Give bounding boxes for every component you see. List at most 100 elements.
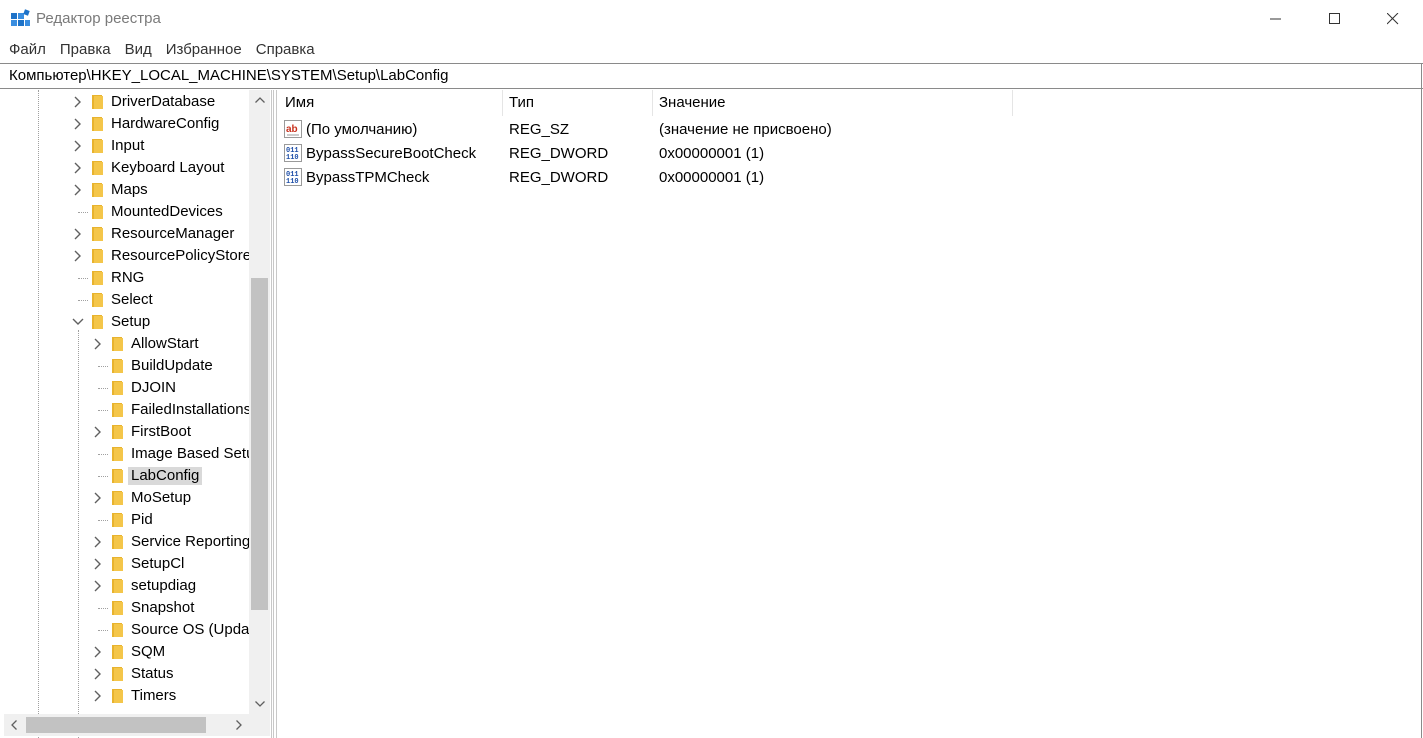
tree-connector xyxy=(78,300,88,301)
tree-item-label: MountedDevices xyxy=(111,203,223,220)
folder-icon xyxy=(112,359,123,373)
vertical-scroll-thumb[interactable] xyxy=(251,278,268,610)
tree-item-rng[interactable]: RNG xyxy=(2,267,271,289)
pane-splitter[interactable] xyxy=(273,90,277,738)
menu-edit[interactable]: Правка xyxy=(53,39,118,61)
tree-item-sqm[interactable]: SQM xyxy=(2,641,271,663)
tree-item-input[interactable]: Input xyxy=(2,135,271,157)
horizontal-scroll-thumb[interactable] xyxy=(26,717,206,733)
scroll-up-button[interactable] xyxy=(249,90,270,110)
maximize-icon xyxy=(1329,13,1340,24)
chevron-right-icon[interactable] xyxy=(92,424,104,440)
value-type: REG_DWORD xyxy=(509,169,609,186)
tree-item-source-os-updat[interactable]: Source OS (Updat xyxy=(2,619,271,641)
chevron-down-icon xyxy=(254,701,265,707)
registry-editor-icon xyxy=(11,9,30,26)
tree-horizontal-scrollbar[interactable] xyxy=(4,714,249,736)
tree-item-select[interactable]: Select xyxy=(2,289,271,311)
chevron-right-icon[interactable] xyxy=(72,138,84,154)
minimize-icon xyxy=(1270,18,1281,20)
tree-item-driverdatabase[interactable]: DriverDatabase xyxy=(2,91,271,113)
tree-item-labconfig[interactable]: LabConfig xyxy=(2,465,271,487)
menu-help[interactable]: Справка xyxy=(249,39,322,61)
folder-icon xyxy=(112,667,123,681)
tree-item-keyboard-layout[interactable]: Keyboard Layout xyxy=(2,157,271,179)
tree-item-resourcepolicystore[interactable]: ResourcePolicyStore xyxy=(2,245,271,267)
chevron-down-icon[interactable] xyxy=(72,314,84,330)
scroll-down-button[interactable] xyxy=(249,694,270,714)
tree-item-buildupdate[interactable]: BuildUpdate xyxy=(2,355,271,377)
tree-item-label: Keyboard Layout xyxy=(111,159,225,176)
chevron-right-icon[interactable] xyxy=(72,226,84,242)
close-button[interactable] xyxy=(1370,0,1416,38)
tree-connector xyxy=(98,630,108,631)
tree-item-failedinstallations[interactable]: FailedInstallations xyxy=(2,399,271,421)
value-row[interactable]: ab (По умолчанию) REG_SZ (значение не пр… xyxy=(278,118,1278,142)
chevron-right-icon[interactable] xyxy=(92,666,104,682)
key-tree[interactable]: DriverDatabase HardwareConfig Input Keyboar… xyxy=(2,90,272,738)
chevron-right-icon[interactable] xyxy=(92,556,104,572)
column-header-type[interactable]: Тип xyxy=(502,90,652,116)
tree-item-resourcemanager[interactable]: ResourceManager xyxy=(2,223,271,245)
chevron-right-icon[interactable] xyxy=(72,116,84,132)
tree-item-firstboot[interactable]: FirstBoot xyxy=(2,421,271,443)
tree-item-status[interactable]: Status xyxy=(2,663,271,685)
maximize-button[interactable] xyxy=(1312,0,1358,38)
folder-icon xyxy=(112,579,123,593)
chevron-right-icon[interactable] xyxy=(92,644,104,660)
tree-connector xyxy=(98,388,108,389)
chevron-right-icon[interactable] xyxy=(72,160,84,176)
folder-icon xyxy=(112,623,123,637)
tree-item-mosetup[interactable]: MoSetup xyxy=(2,487,271,509)
value-row[interactable]: 011 110 BypassTPMCheck REG_DWORD 0x00000… xyxy=(278,166,1278,190)
tree-item-mounteddevices[interactable]: MountedDevices xyxy=(2,201,271,223)
value-name: (По умолчанию) xyxy=(306,121,418,138)
chevron-right-icon[interactable] xyxy=(92,336,104,352)
folder-icon xyxy=(92,227,103,241)
tree-vertical-scrollbar[interactable] xyxy=(249,90,270,714)
chevron-right-icon[interactable] xyxy=(92,534,104,550)
folder-icon xyxy=(92,183,103,197)
column-header-value[interactable]: Значение xyxy=(652,90,1012,116)
chevron-right-icon[interactable] xyxy=(72,94,84,110)
tree-item-label: Snapshot xyxy=(131,599,195,616)
column-header-name[interactable]: Имя xyxy=(278,90,502,116)
folder-icon xyxy=(112,447,123,461)
value-row[interactable]: 011 110 BypassSecureBootCheck REG_DWORD … xyxy=(278,142,1278,166)
scrollbar-corner xyxy=(249,714,270,736)
address-path[interactable]: Компьютер\HKEY_LOCAL_MACHINE\SYSTEM\Setu… xyxy=(9,67,448,84)
chevron-right-icon[interactable] xyxy=(72,248,84,264)
tree-item-maps[interactable]: Maps xyxy=(2,179,271,201)
chevron-right-icon[interactable] xyxy=(92,490,104,506)
address-bar[interactable]: Компьютер\HKEY_LOCAL_MACHINE\SYSTEM\Setu… xyxy=(0,63,1423,89)
menu-file[interactable]: Файл xyxy=(0,39,53,61)
tree-item-label: ResourceManager xyxy=(111,225,235,242)
tree-item-setup[interactable]: Setup xyxy=(2,311,271,333)
chevron-right-icon[interactable] xyxy=(72,182,84,198)
folder-icon xyxy=(112,425,123,439)
column-separator[interactable] xyxy=(1012,90,1013,116)
tree-item-timers[interactable]: Timers xyxy=(2,685,271,707)
tree-item-hardwareconfig[interactable]: HardwareConfig xyxy=(2,113,271,135)
menu-view[interactable]: Вид xyxy=(118,39,159,61)
values-list[interactable]: Имя Тип Значение ab (По умолчанию) REG_S… xyxy=(278,90,1423,738)
tree-item-setupcl[interactable]: SetupCl xyxy=(2,553,271,575)
tree-item-service-reporting[interactable]: Service Reporting xyxy=(2,531,271,553)
string-value-icon: ab xyxy=(284,120,302,138)
tree-item-label: SQM xyxy=(131,643,166,660)
tree-item-snapshot[interactable]: Snapshot xyxy=(2,597,271,619)
scroll-right-button[interactable] xyxy=(229,714,249,736)
scroll-left-button[interactable] xyxy=(4,714,24,736)
tree-item-pid[interactable]: Pid xyxy=(2,509,271,531)
tree-item-image-based-setu[interactable]: Image Based Setu xyxy=(2,443,271,465)
tree-item-djoin[interactable]: DJOIN xyxy=(2,377,271,399)
tree-item-setupdiag[interactable]: setupdiag xyxy=(2,575,271,597)
folder-icon xyxy=(112,557,123,571)
tree-item-allowstart[interactable]: AllowStart xyxy=(2,333,271,355)
chevron-right-icon[interactable] xyxy=(92,578,104,594)
tree-connector xyxy=(98,520,108,521)
chevron-right-icon[interactable] xyxy=(92,688,104,704)
tree-connector xyxy=(98,476,108,477)
menu-favorites[interactable]: Избранное xyxy=(159,39,249,61)
minimize-button[interactable] xyxy=(1253,0,1299,38)
